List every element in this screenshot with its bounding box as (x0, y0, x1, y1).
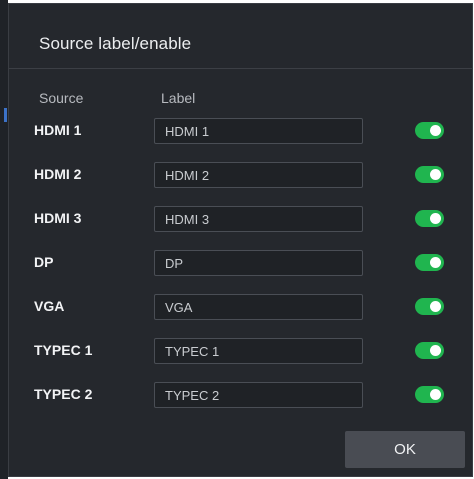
toggle-knob (430, 257, 441, 268)
source-row-hdmi-2: HDMI 2 (9, 162, 472, 188)
enable-toggle-vga[interactable] (415, 298, 444, 315)
title-divider (9, 68, 472, 69)
column-header-label: Label (161, 90, 196, 106)
source-name: HDMI 3 (34, 210, 82, 226)
source-row-typec-2: TYPEC 2 (9, 382, 472, 408)
source-name: TYPEC 1 (34, 342, 93, 358)
toggle-knob (430, 213, 441, 224)
toggle-knob (430, 389, 441, 400)
source-row-hdmi-3: HDMI 3 (9, 206, 472, 232)
toggle-knob (430, 345, 441, 356)
source-name: VGA (34, 298, 65, 314)
source-name: HDMI 2 (34, 166, 82, 182)
enable-toggle-typec-2[interactable] (415, 386, 444, 403)
label-input-typec-2[interactable] (154, 382, 363, 408)
source-row-typec-1: TYPEC 1 (9, 338, 472, 364)
dialog-title: Source label/enable (39, 34, 192, 53)
toggle-knob (430, 169, 441, 180)
source-row-dp: DP (9, 250, 472, 276)
enable-toggle-dp[interactable] (415, 254, 444, 271)
enable-toggle-hdmi-3[interactable] (415, 210, 444, 227)
toggle-knob (430, 125, 441, 136)
ok-button[interactable]: OK (345, 431, 465, 468)
source-row-vga: VGA (9, 294, 472, 320)
label-input-hdmi-3[interactable] (154, 206, 363, 232)
label-input-typec-1[interactable] (154, 338, 363, 364)
source-name: DP (34, 254, 54, 270)
enable-toggle-typec-1[interactable] (415, 342, 444, 359)
label-input-hdmi-2[interactable] (154, 162, 363, 188)
label-input-hdmi-1[interactable] (154, 118, 363, 144)
label-input-vga[interactable] (154, 294, 363, 320)
label-input-dp[interactable] (154, 250, 363, 276)
toggle-knob (430, 301, 441, 312)
source-name: TYPEC 2 (34, 386, 93, 402)
background-window-edge (0, 0, 8, 479)
background-accent-marker (4, 108, 7, 122)
enable-toggle-hdmi-1[interactable] (415, 122, 444, 139)
source-name: HDMI 1 (34, 122, 82, 138)
enable-toggle-hdmi-2[interactable] (415, 166, 444, 183)
column-header-source: Source (39, 90, 84, 106)
source-row-hdmi-1: HDMI 1 (9, 118, 472, 144)
source-label-dialog: Source label/enable Source Label HDMI 1 … (8, 3, 473, 477)
